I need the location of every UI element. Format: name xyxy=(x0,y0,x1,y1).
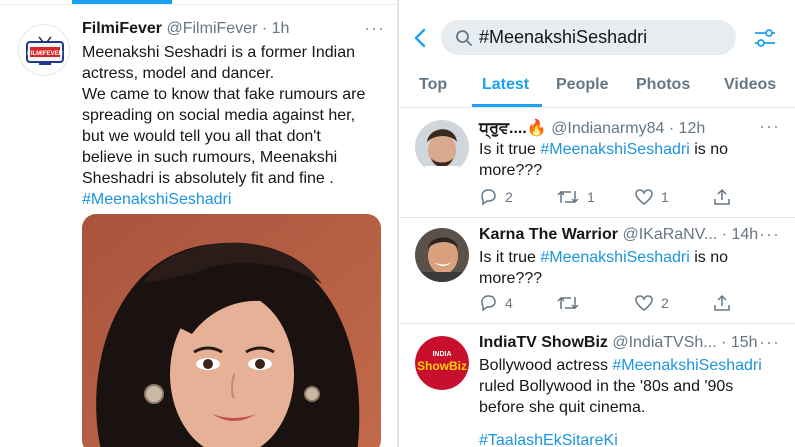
tweet-header: Karna The Warrior @IKaRaNV... · 14h xyxy=(479,226,758,244)
author-name[interactable]: FilmiFever xyxy=(82,20,162,37)
back-arrow-icon[interactable] xyxy=(409,26,433,50)
avatar[interactable] xyxy=(415,228,469,282)
active-tab-underline xyxy=(472,104,542,107)
reply-button[interactable]: 2 xyxy=(479,188,513,206)
tweet-actions: 2 1 1 xyxy=(479,188,779,208)
reply-icon xyxy=(481,189,496,206)
author-handle[interactable]: @FilmiFever xyxy=(166,20,257,37)
tweet-item[interactable]: ਧ੍ਰੁਵ....🔥 @Indianarmy84 · 12h ··· Is it… xyxy=(399,108,795,218)
share-button[interactable] xyxy=(713,294,739,312)
tweet-line: actress, model and dancer. xyxy=(82,65,275,82)
tweet-text-part: Is it true xyxy=(479,249,541,266)
tab-top[interactable]: Top xyxy=(419,76,447,94)
tweet-time: · 14h xyxy=(721,226,759,243)
author-handle[interactable]: @IKaRaNV... xyxy=(622,226,717,243)
retweet-button[interactable] xyxy=(557,294,587,312)
hashtag-link[interactable]: #MeenakshiSeshadri xyxy=(82,191,231,208)
tweet-line: Meenakshi Seshadri is a former Indian xyxy=(82,44,356,61)
filmifever-avatar[interactable]: FILMIFEVER xyxy=(18,24,70,76)
filmifever-logo-text: FILMIFEVER xyxy=(27,51,63,57)
hashtag-link[interactable]: #MeenakshiSeshadri xyxy=(612,357,761,374)
avatar[interactable] xyxy=(415,120,469,174)
tweet-text-part: Is it true xyxy=(479,141,541,158)
divider xyxy=(0,4,397,5)
tweet-line: spreading on social media against her, xyxy=(82,107,356,124)
like-count: 1 xyxy=(661,189,669,205)
heart-icon xyxy=(635,295,653,311)
showbiz-logo-top: INDIA xyxy=(432,351,451,358)
retweet-icon xyxy=(557,190,579,204)
tweet-text: Bollywood actress #MeenakshiSeshadri rul… xyxy=(479,355,779,447)
tweet-text: Is it true #MeenakshiSeshadri is no more… xyxy=(479,247,779,289)
search-tabs: Top Latest People Photos Videos xyxy=(399,64,795,108)
tweet-text: Is it true #MeenakshiSeshadri is no more… xyxy=(479,139,779,181)
retweet-count: 1 xyxy=(587,189,595,205)
share-icon xyxy=(714,294,730,311)
tweet-photo[interactable] xyxy=(82,214,381,447)
more-options-icon[interactable]: ··· xyxy=(759,224,780,245)
search-query: #MeenakshiSeshadri xyxy=(479,27,648,47)
hashtag-link[interactable]: #MeenakshiSeshadri xyxy=(540,249,689,266)
author-name[interactable]: ਧ੍ਰੁਵ....🔥 xyxy=(479,120,547,137)
tweet-line: Sheshadri is absolutely fit and fine . xyxy=(82,170,334,187)
like-button[interactable]: 1 xyxy=(635,188,669,206)
reply-count: 4 xyxy=(505,295,513,311)
tab-photos[interactable]: Photos xyxy=(636,76,690,94)
tweet-text-part: more??? xyxy=(479,162,543,179)
tweet-text-part: is no xyxy=(689,249,729,266)
tweet-text-part: ruled Bollywood in the '80s and '90s xyxy=(479,378,734,395)
tweet-header: ਧ੍ਰੁਵ....🔥 @Indianarmy84 · 12h xyxy=(479,118,705,138)
hashtag-link[interactable]: #MeenakshiSeshadri xyxy=(540,141,689,158)
like-count: 2 xyxy=(661,295,669,311)
tweet-item[interactable]: INDIA ShowBiz IndiaTV ShowBiz @IndiaTVSh… xyxy=(399,324,795,447)
more-options-icon[interactable]: ··· xyxy=(759,332,780,353)
search-icon xyxy=(456,30,472,46)
reply-icon xyxy=(481,295,496,312)
more-options-icon[interactable]: ··· xyxy=(759,116,780,137)
tweet-time: · 15h xyxy=(721,334,758,351)
tweet-time: · 1h xyxy=(261,20,290,37)
showbiz-logo-bottom: ShowBiz xyxy=(417,359,467,373)
author-name[interactable]: IndiaTV ShowBiz xyxy=(479,334,608,351)
share-button[interactable] xyxy=(713,188,739,206)
tab-people[interactable]: People xyxy=(556,76,608,94)
tweet-text-part: Bollywood actress xyxy=(479,357,613,374)
tweet-text-part: more??? xyxy=(479,270,543,287)
tab-videos[interactable]: Videos xyxy=(724,76,776,94)
tweet-text: Meenakshi Seshadri is a former Indian ac… xyxy=(82,42,382,210)
search-input[interactable]: #MeenakshiSeshadri xyxy=(441,20,736,55)
search-results-panel: #MeenakshiSeshadri Top Latest People Pho… xyxy=(399,0,795,447)
tweet-time: · 12h xyxy=(668,120,706,137)
reply-count: 2 xyxy=(505,189,513,205)
tweet-text-part: before she quit cinema. xyxy=(479,399,646,416)
reply-button[interactable]: 4 xyxy=(479,294,513,312)
retweet-button[interactable]: 1 xyxy=(557,188,595,206)
tweet-item[interactable]: Karna The Warrior @IKaRaNV... · 14h ··· … xyxy=(399,218,795,324)
tweet-header: FilmiFever @FilmiFever · 1h xyxy=(82,20,289,38)
author-handle[interactable]: @IndiaTVSh... xyxy=(612,334,716,351)
tweet-line: We came to know that fake rumours are xyxy=(82,86,366,103)
author-handle[interactable]: @Indianarmy84 xyxy=(551,120,664,137)
tab-latest[interactable]: Latest xyxy=(482,76,529,94)
tweet-text-part: is no xyxy=(689,141,729,158)
author-name[interactable]: Karna The Warrior xyxy=(479,226,618,243)
avatar[interactable]: INDIA ShowBiz xyxy=(415,336,469,390)
left-tweet-panel: FILMIFEVER FilmiFever @FilmiFever · 1h ·… xyxy=(0,0,397,447)
share-icon xyxy=(714,188,730,205)
tweet-line: but we would tell you all that don't xyxy=(82,128,321,145)
tweet-header: IndiaTV ShowBiz @IndiaTVSh... · 15h xyxy=(479,334,758,352)
hashtag-link[interactable]: #TaalashEkSitareKi xyxy=(479,430,618,447)
more-options-icon[interactable]: ··· xyxy=(364,18,385,39)
heart-icon xyxy=(635,189,653,205)
tweet-line: believe in such rumours, Meenakshi xyxy=(82,149,338,166)
search-filter-icon[interactable] xyxy=(753,26,777,50)
retweet-icon xyxy=(557,296,579,310)
tweet-actions: 4 2 xyxy=(479,294,779,314)
like-button[interactable]: 2 xyxy=(635,294,669,312)
